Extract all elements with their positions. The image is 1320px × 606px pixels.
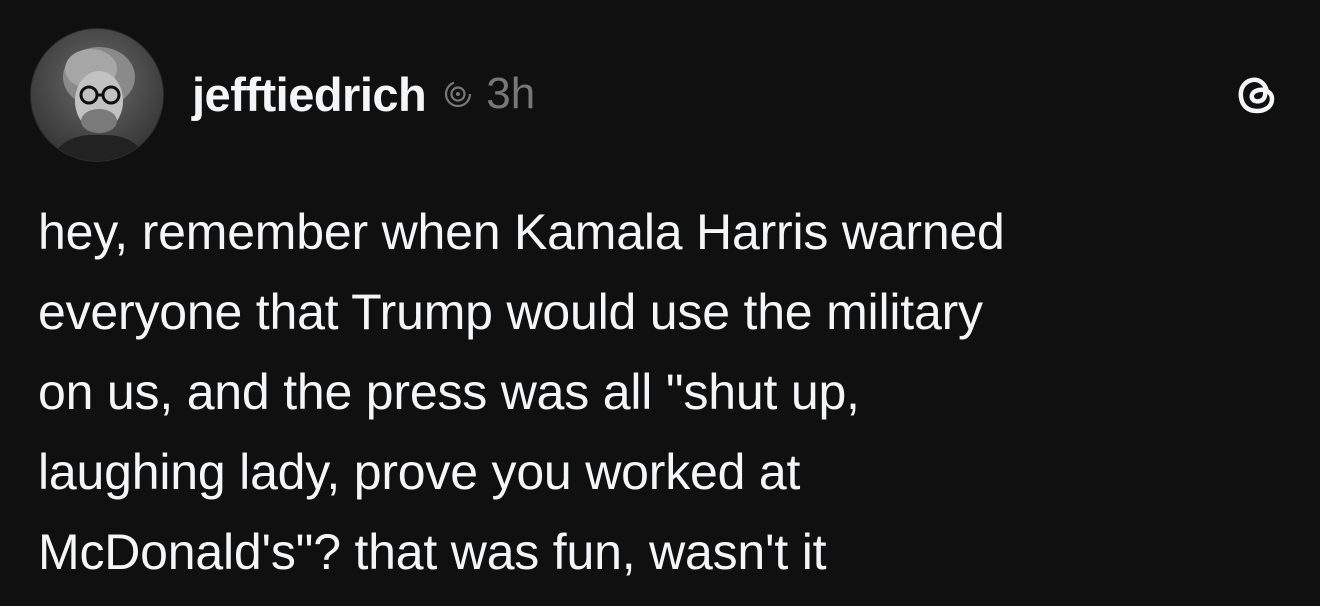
post-text-line: McDonald's"? that was fun, wasn't it xyxy=(38,524,827,580)
avatar-photo xyxy=(31,29,163,161)
threads-logo-icon[interactable] xyxy=(1232,70,1282,120)
threads-post: jefftiedrich 3h hey, remember when Kamal… xyxy=(0,0,1320,606)
post-header: jefftiedrich 3h xyxy=(192,58,535,130)
post-timestamp: 3h xyxy=(486,69,536,118)
author-username[interactable]: jefftiedrich xyxy=(192,71,427,118)
post-text-line: laughing lady, prove you worked at xyxy=(38,444,801,500)
post-text-line: on us, and the press was all "shut up, xyxy=(38,364,860,420)
author-avatar[interactable] xyxy=(30,28,164,162)
post-text-line: everyone that Trump would use the milita… xyxy=(38,284,983,340)
post-body: hey, remember when Kamala Harris warned … xyxy=(38,192,1288,592)
post-text-line: hey, remember when Kamala Harris warned xyxy=(38,204,1005,260)
activity-status-icon xyxy=(440,76,476,112)
